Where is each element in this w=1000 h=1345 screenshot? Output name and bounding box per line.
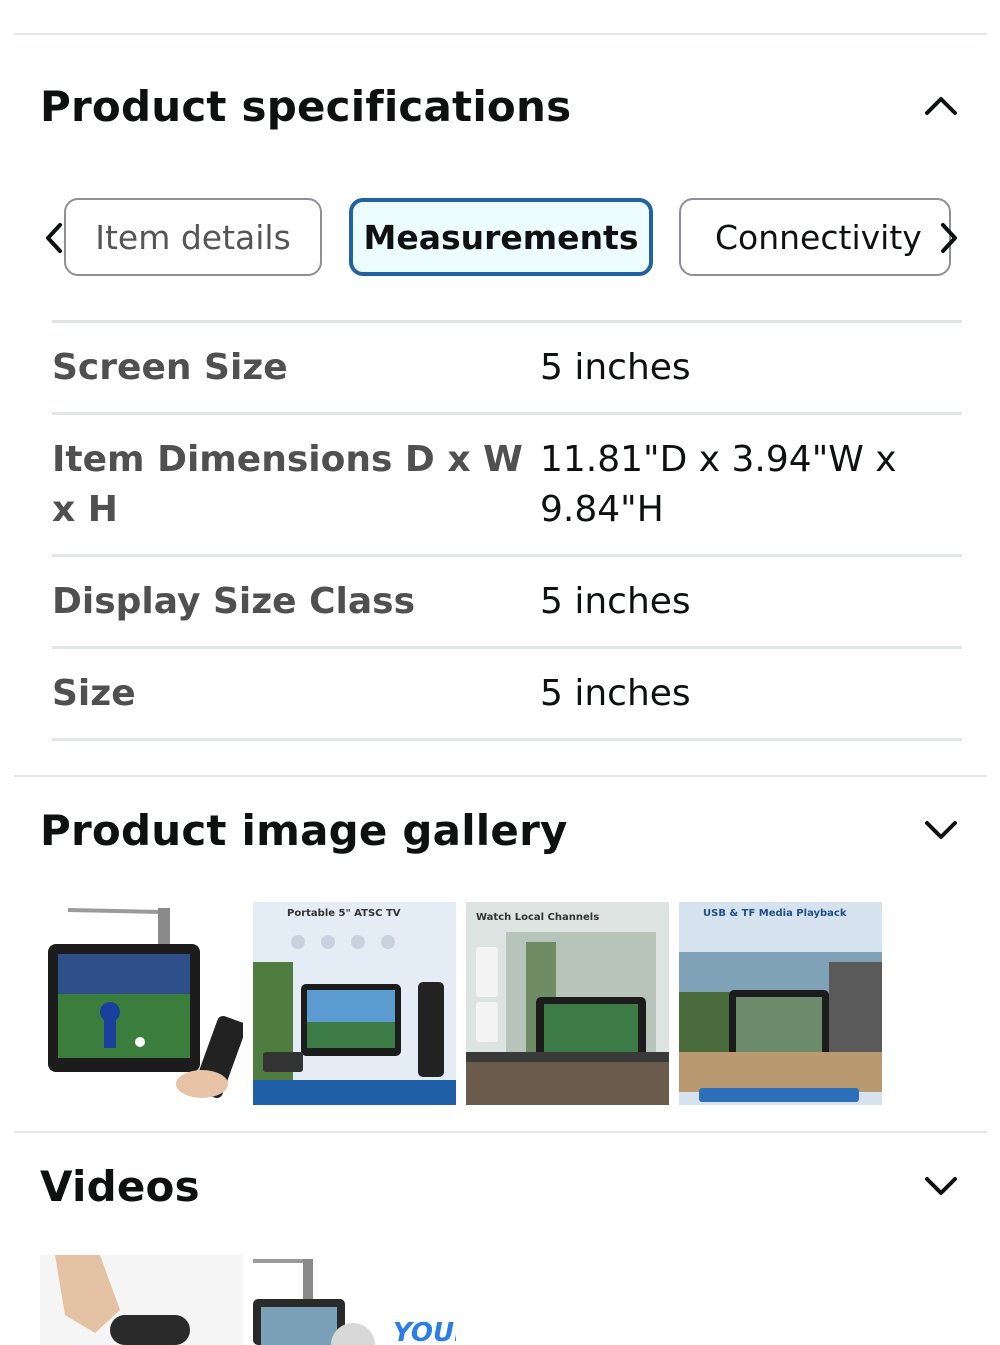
video-partial-text: YOUR [393,1318,456,1345]
specs-section-title: Product specifications [40,81,572,131]
spec-row: Item Dimensions D x W x H 11.81"D x 3.94… [52,412,962,554]
spec-tabs: Item details Measurements Connectivity [40,198,960,280]
gallery-thumbnail[interactable]: Portable 5" ATSC TV [253,902,456,1105]
tv-features-image: Portable 5" ATSC TV [253,902,456,1105]
section-divider [14,775,987,777]
video-tv-image: YOUR [253,1255,456,1345]
tab-item-details[interactable]: Item details [64,198,322,276]
tab-label: Measurements [363,217,639,257]
videos-section-title: Videos [40,1161,200,1211]
spec-value: 11.81"D x 3.94"W x 9.84"H [540,439,897,530]
videos-section-header[interactable]: Videos [40,1156,960,1216]
spec-label: Screen Size [52,347,288,388]
tab-label: Connectivity [715,217,922,257]
chevron-up-icon[interactable] [922,87,960,125]
tv-media-image: USB & TF Media Playback [679,902,882,1105]
tv-soccer-image [48,908,243,1099]
image-gallery: Portable 5" ATSC TV Watch Local Channels [40,902,882,1105]
spec-label: Item Dimensions D x W x H [52,439,523,530]
spec-row: Size 5 inches [52,646,962,741]
gallery-thumbnail[interactable] [40,902,243,1105]
video-thumbnail[interactable]: YOUR [253,1255,456,1345]
spec-row: Display Size Class 5 inches [52,554,962,646]
chevron-down-icon[interactable] [922,1167,960,1205]
spec-value: 5 inches [540,673,691,714]
video-strip: YOUR [40,1255,456,1345]
gallery-section-header[interactable]: Product image gallery [40,800,960,860]
gallery-thumbnail[interactable]: Watch Local Channels [466,902,669,1105]
tab-connectivity[interactable]: Connectivity [679,198,951,276]
spec-value: 5 inches [540,347,691,388]
chevron-right-icon[interactable] [933,220,963,256]
chevron-down-icon[interactable] [922,811,960,849]
video-hand-image [40,1255,243,1345]
spec-table: Screen Size 5 inches Item Dimensions D x… [52,320,962,741]
specs-section-header[interactable]: Product specifications [40,76,960,136]
spec-row: Screen Size 5 inches [52,320,962,412]
tab-measurements[interactable]: Measurements [349,198,653,276]
spec-label: Display Size Class [52,581,416,622]
thumbnail-caption: USB & TF Media Playback [703,908,847,919]
thumbnail-caption: Portable 5" ATSC TV [287,908,401,919]
spec-label: Size [52,673,136,714]
tv-outdoor-image: Watch Local Channels [466,902,669,1105]
gallery-section-title: Product image gallery [40,805,568,855]
gallery-thumbnail[interactable]: USB & TF Media Playback [679,902,882,1105]
video-thumbnail[interactable] [40,1255,243,1345]
thumbnail-caption: Watch Local Channels [476,912,599,923]
spec-value: 5 inches [540,581,691,622]
section-divider [14,1131,987,1133]
top-divider [14,33,987,35]
tab-label: Item details [95,217,291,257]
